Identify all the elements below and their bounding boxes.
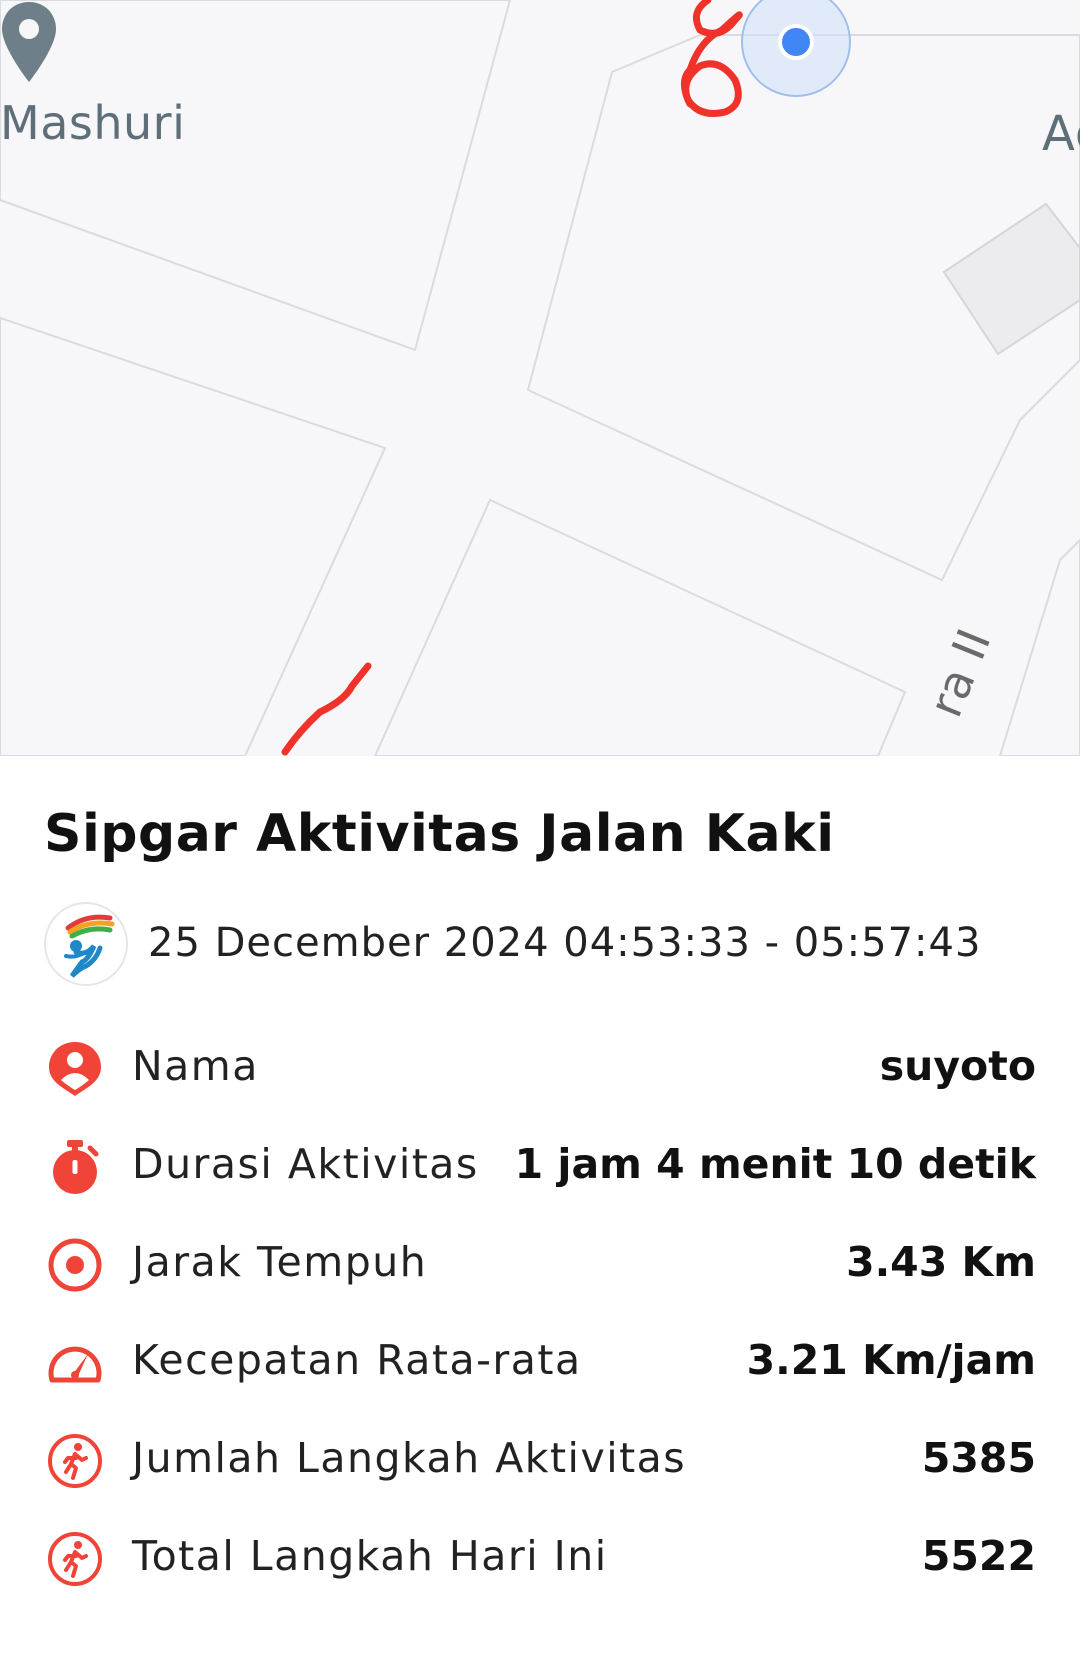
stat-value: suyoto bbox=[879, 1042, 1036, 1090]
stat-row-kecepatan: Kecepatan Rata-rata 3.21 Km/jam bbox=[44, 1322, 1036, 1402]
walking-icon bbox=[48, 1532, 102, 1586]
user-pin-icon bbox=[49, 1042, 101, 1096]
walking-icon bbox=[48, 1434, 102, 1488]
activity-summary-panel: Sipgar Aktivitas Jalan Kaki 25 December … bbox=[0, 756, 1080, 1674]
stat-row-total-langkah: Total Langkah Hari Ini 5522 bbox=[44, 1518, 1036, 1598]
stat-value: 3.43 Km bbox=[846, 1238, 1036, 1286]
runner-logo-icon bbox=[44, 902, 128, 986]
map-edge-label: Ag bbox=[1042, 106, 1080, 162]
stat-row-nama: Nama suyoto bbox=[44, 1028, 1036, 1108]
stopwatch-icon bbox=[53, 1140, 99, 1194]
map-poi-label[interactable]: Mashuri bbox=[0, 96, 185, 150]
stat-value: 1 jam 4 menit 10 detik bbox=[514, 1140, 1036, 1188]
stat-row-durasi: Durasi Aktivitas 1 jam 4 menit 10 detik bbox=[44, 1126, 1036, 1206]
stat-value: 3.21 Km/jam bbox=[746, 1336, 1036, 1384]
stat-label: Nama bbox=[132, 1042, 259, 1090]
stat-label: Durasi Aktivitas bbox=[132, 1140, 479, 1188]
activity-title: Sipgar Aktivitas Jalan Kaki bbox=[44, 804, 835, 864]
stat-label: Jarak Tempuh bbox=[132, 1238, 428, 1286]
map-view[interactable]: Mashuri Ag ra II bbox=[0, 0, 1080, 756]
stat-value: 5522 bbox=[921, 1532, 1036, 1580]
stat-row-jarak: Jarak Tempuh 3.43 Km bbox=[44, 1224, 1036, 1304]
stat-label: Total Langkah Hari Ini bbox=[132, 1532, 608, 1580]
stat-value: 5385 bbox=[921, 1434, 1036, 1482]
speedometer-icon bbox=[48, 1346, 102, 1383]
current-location-dot-icon bbox=[741, 0, 851, 97]
location-pin-icon[interactable] bbox=[0, 0, 58, 84]
stat-label: Jumlah Langkah Aktivitas bbox=[132, 1434, 687, 1482]
target-icon bbox=[48, 1238, 102, 1292]
stat-row-langkah-aktivitas: Jumlah Langkah Aktivitas 5385 bbox=[44, 1420, 1036, 1500]
stat-label: Kecepatan Rata-rata bbox=[132, 1336, 582, 1384]
activity-datetime: 25 December 2024 04:53:33 - 05:57:43 bbox=[148, 920, 982, 966]
